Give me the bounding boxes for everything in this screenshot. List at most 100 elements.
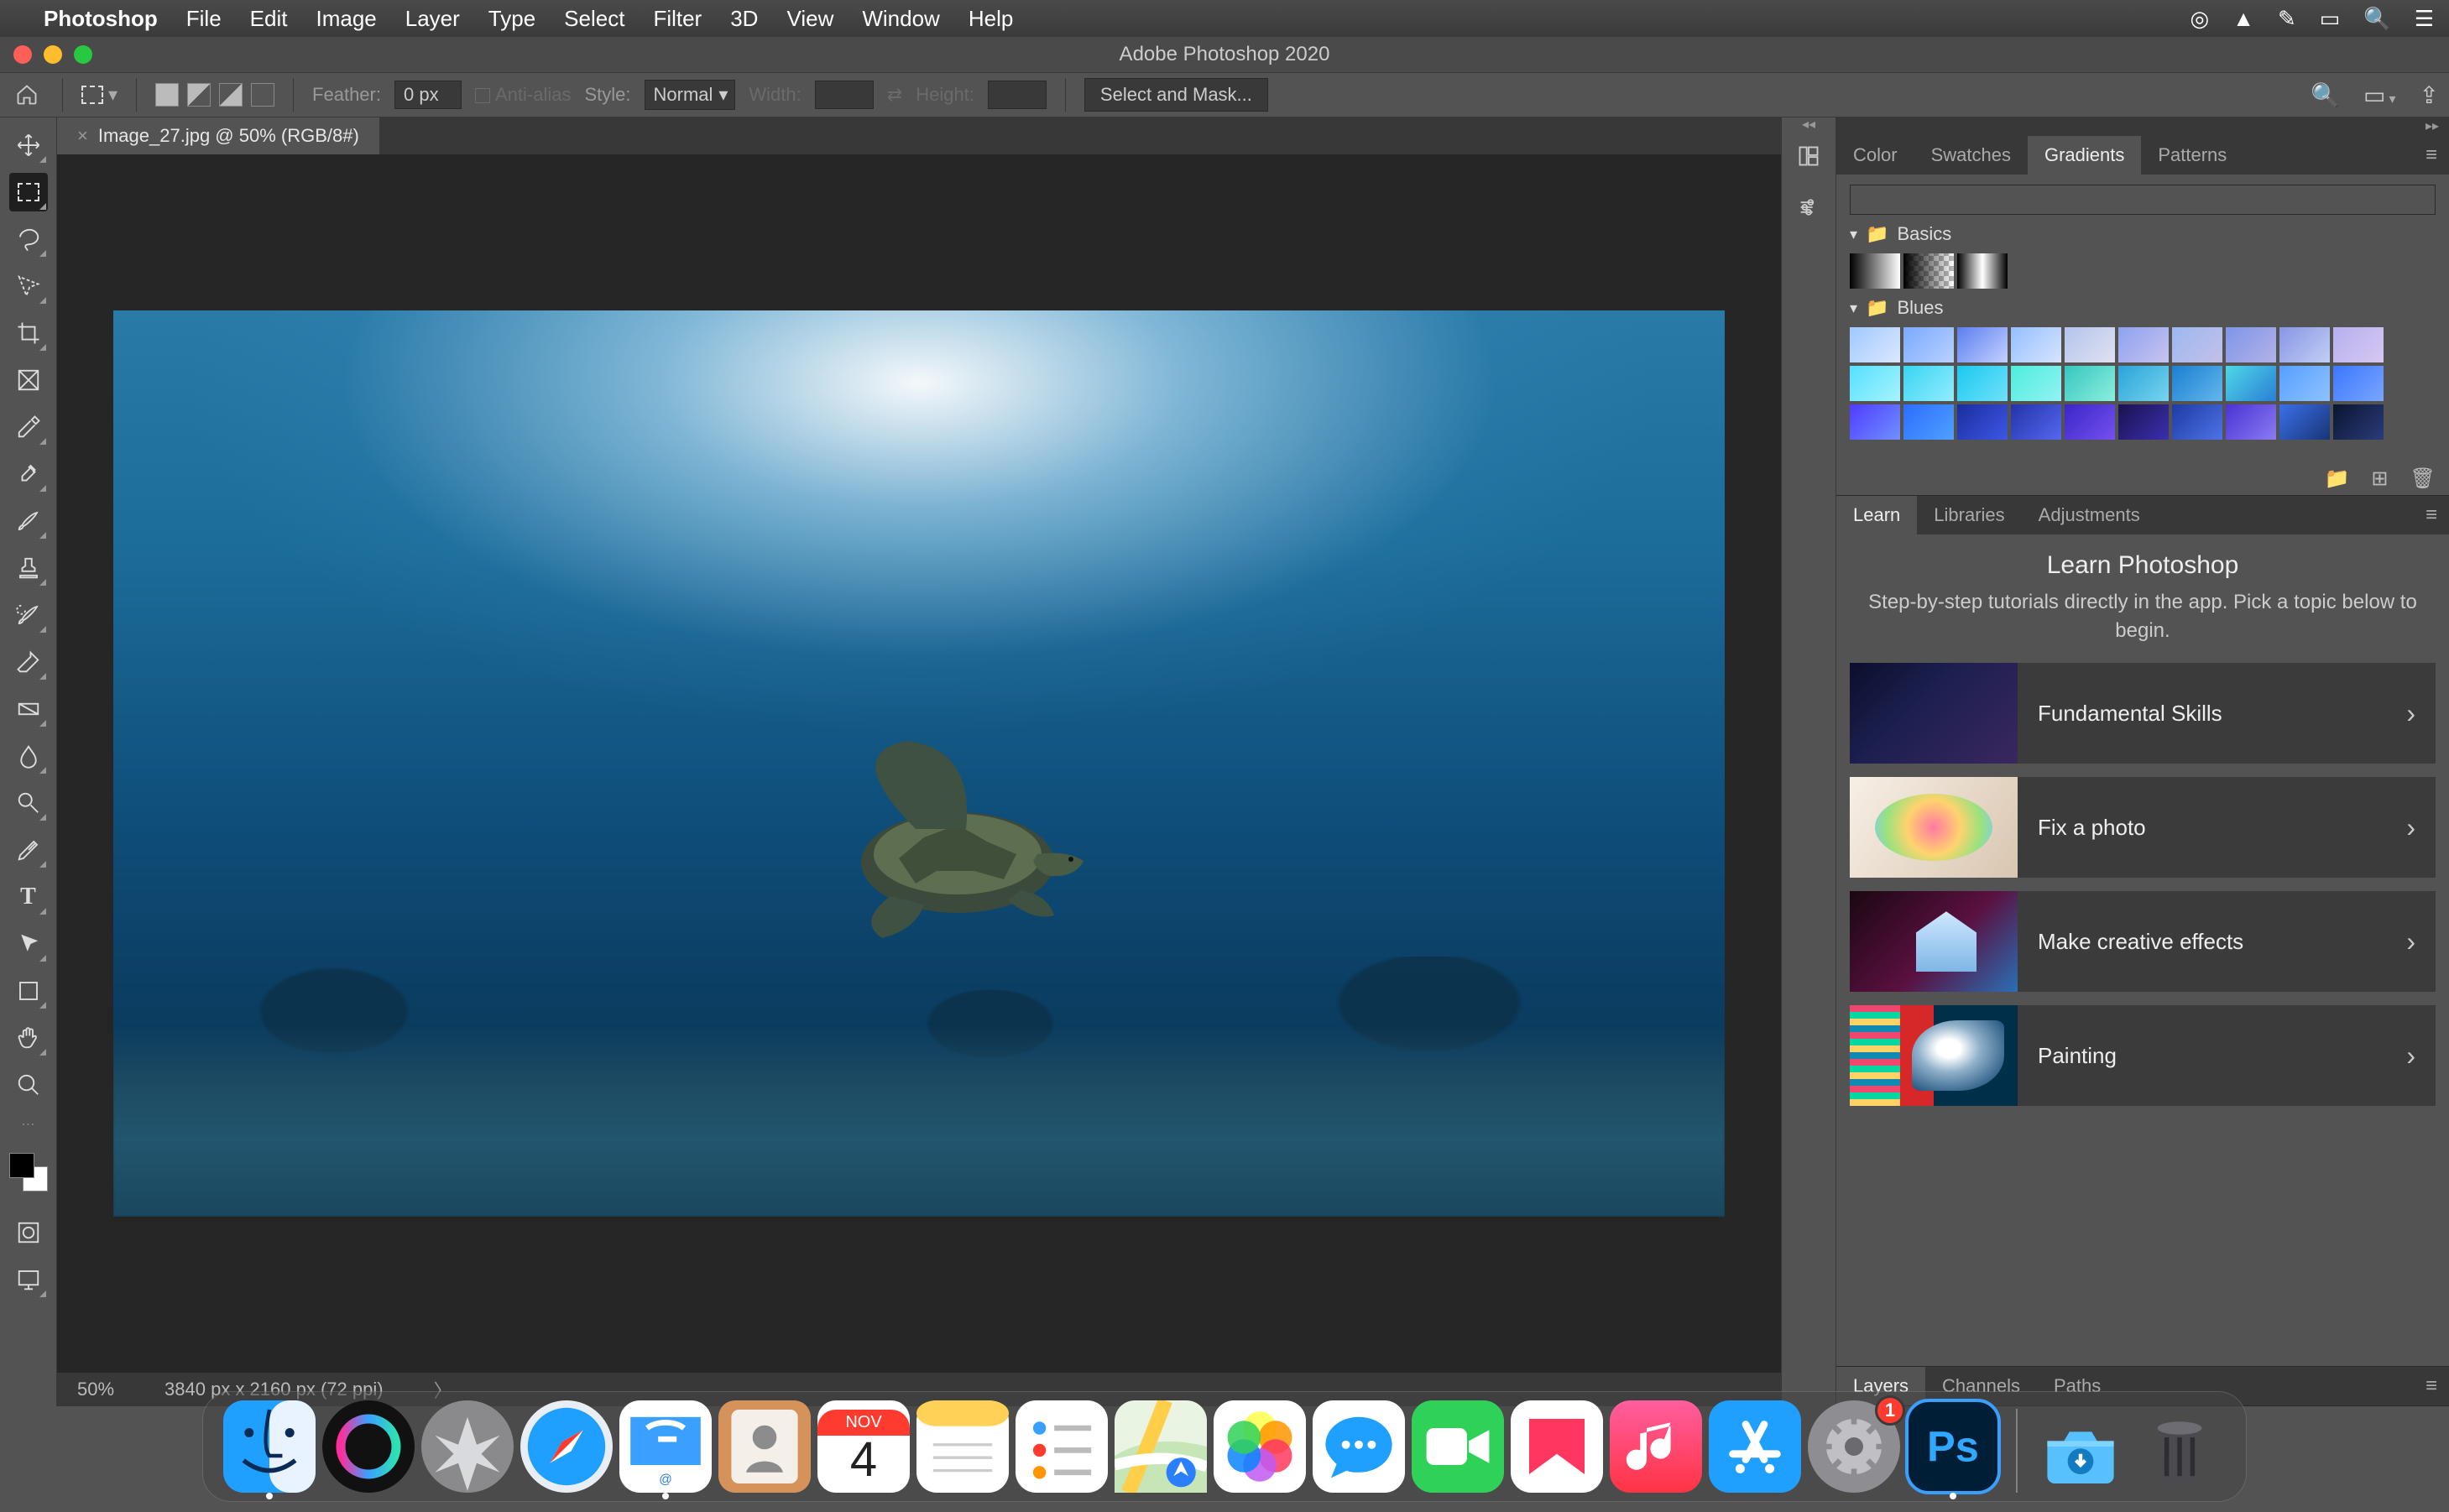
dock-settings[interactable]: 1 bbox=[1808, 1400, 1900, 1493]
gradient-swatch[interactable] bbox=[1850, 327, 1900, 362]
gradient-swatch[interactable] bbox=[2118, 404, 2169, 440]
tab-libraries[interactable]: Libraries bbox=[1917, 496, 2021, 534]
gradient-swatch[interactable] bbox=[2011, 366, 2061, 401]
panel-menu-icon[interactable]: ≡ bbox=[2414, 136, 2449, 175]
tab-color[interactable]: Color bbox=[1836, 136, 1914, 175]
select-and-mask-button[interactable]: Select and Mask... bbox=[1084, 78, 1268, 112]
menu-help[interactable]: Help bbox=[969, 6, 1013, 32]
dock-appstore[interactable] bbox=[1709, 1400, 1801, 1493]
lasso-tool[interactable] bbox=[9, 220, 48, 258]
healing-tool[interactable] bbox=[9, 455, 48, 493]
dock-photos[interactable] bbox=[1214, 1400, 1306, 1493]
screen-mode-button[interactable] bbox=[9, 1260, 48, 1299]
zoom-tool[interactable] bbox=[9, 1066, 48, 1104]
menu-type[interactable]: Type bbox=[488, 6, 535, 32]
shape-tool[interactable] bbox=[9, 972, 48, 1010]
menu-3d[interactable]: 3D bbox=[730, 6, 758, 32]
gradient-swatch[interactable] bbox=[1957, 366, 2008, 401]
gradient-folder-basics[interactable]: ▾ 📁 Basics bbox=[1850, 223, 2436, 245]
move-tool[interactable] bbox=[9, 126, 48, 164]
gradient-swatch[interactable] bbox=[2279, 404, 2330, 440]
style-select[interactable]: Normal bbox=[645, 80, 736, 110]
gradient-swatch[interactable] bbox=[2333, 327, 2384, 362]
expand-panels-icon[interactable]: ◂◂ bbox=[1782, 116, 1835, 133]
gradient-swatch[interactable] bbox=[2011, 327, 2061, 362]
gradient-swatch[interactable] bbox=[2279, 327, 2330, 362]
share-icon[interactable]: ⇪ bbox=[2420, 81, 2439, 109]
selection-subtract-button[interactable] bbox=[219, 83, 243, 107]
minimize-window-button[interactable] bbox=[44, 45, 62, 64]
tab-learn[interactable]: Learn bbox=[1836, 496, 1917, 534]
chat-status-icon[interactable]: ▲ bbox=[2232, 6, 2254, 32]
selection-new-button[interactable] bbox=[155, 83, 179, 107]
blur-tool[interactable] bbox=[9, 737, 48, 775]
gradient-swatch[interactable] bbox=[2333, 404, 2384, 440]
menu-image[interactable]: Image bbox=[316, 6, 376, 32]
pen-tool[interactable] bbox=[9, 831, 48, 869]
new-gradient-icon[interactable]: ⊞ bbox=[2371, 467, 2388, 491]
input-menu-icon[interactable]: ✎ bbox=[2278, 6, 2296, 32]
gradient-swatch[interactable] bbox=[2065, 327, 2115, 362]
feather-input[interactable] bbox=[394, 81, 462, 109]
dock-messages[interactable] bbox=[1313, 1400, 1405, 1493]
canvas[interactable] bbox=[57, 154, 1781, 1373]
frame-tool[interactable] bbox=[9, 361, 48, 399]
dock-maps[interactable] bbox=[1115, 1400, 1207, 1493]
gradient-search-input[interactable] bbox=[1850, 185, 2436, 215]
dock-photoshop[interactable]: Ps bbox=[1907, 1400, 1999, 1493]
menu-edit[interactable]: Edit bbox=[250, 6, 288, 32]
color-wells[interactable] bbox=[9, 1153, 48, 1191]
gradient-swatch[interactable] bbox=[1903, 366, 1954, 401]
history-panel-icon[interactable] bbox=[1797, 144, 1820, 174]
menu-file[interactable]: File bbox=[186, 6, 222, 32]
tab-swatches[interactable]: Swatches bbox=[1914, 136, 2028, 175]
document-tab[interactable]: × Image_27.jpg @ 50% (RGB/8#) bbox=[57, 117, 379, 154]
gradient-swatch[interactable] bbox=[1850, 404, 1900, 440]
learn-card-painting[interactable]: Painting › bbox=[1850, 1005, 2436, 1106]
dock-reminders[interactable] bbox=[1016, 1400, 1108, 1493]
delete-icon[interactable]: 🗑 bbox=[2410, 467, 2436, 491]
cc-status-icon[interactable]: ◎ bbox=[2191, 6, 2210, 32]
new-group-icon[interactable]: 📁 bbox=[2325, 467, 2350, 491]
eraser-tool[interactable] bbox=[9, 643, 48, 681]
hand-tool[interactable] bbox=[9, 1019, 48, 1057]
tab-gradients[interactable]: Gradients bbox=[2028, 136, 2141, 175]
dock-safari[interactable] bbox=[520, 1400, 613, 1493]
close-window-button[interactable] bbox=[13, 45, 32, 64]
menu-select[interactable]: Select bbox=[564, 6, 624, 32]
gradient-swatch[interactable] bbox=[1957, 404, 2008, 440]
gradient-swatch[interactable] bbox=[2065, 404, 2115, 440]
crop-tool[interactable] bbox=[9, 314, 48, 352]
gradient-swatch[interactable] bbox=[1850, 366, 1900, 401]
gradient-swatch[interactable] bbox=[1850, 253, 1900, 289]
dock-downloads[interactable] bbox=[2034, 1400, 2127, 1493]
gradient-swatch[interactable] bbox=[1903, 327, 1954, 362]
menu-layer[interactable]: Layer bbox=[405, 6, 460, 32]
menu-filter[interactable]: Filter bbox=[653, 6, 702, 32]
displays-icon[interactable]: ▭ bbox=[2320, 6, 2341, 32]
dock-music[interactable] bbox=[1610, 1400, 1702, 1493]
foreground-color-well[interactable] bbox=[9, 1153, 34, 1178]
gradient-swatch[interactable] bbox=[1957, 327, 2008, 362]
dock-siri[interactable] bbox=[322, 1400, 415, 1493]
dock-facetime[interactable] bbox=[1412, 1400, 1504, 1493]
learn-card-fundamentals[interactable]: Fundamental Skills › bbox=[1850, 663, 2436, 764]
tab-patterns[interactable]: Patterns bbox=[2141, 136, 2243, 175]
dock-notes[interactable] bbox=[916, 1400, 1009, 1493]
dock-finder[interactable] bbox=[223, 1400, 316, 1493]
gradient-swatch[interactable] bbox=[2226, 366, 2276, 401]
toolbar-more-icon[interactable]: ⋯ bbox=[22, 1116, 35, 1133]
gradient-swatch[interactable] bbox=[2118, 327, 2169, 362]
gradient-tool[interactable] bbox=[9, 690, 48, 728]
dock-mail[interactable]: @ bbox=[619, 1400, 712, 1493]
learn-card-fix-photo[interactable]: Fix a photo › bbox=[1850, 777, 2436, 878]
history-brush-tool[interactable] bbox=[9, 596, 48, 634]
dock-contacts[interactable] bbox=[718, 1400, 811, 1493]
eyedropper-tool[interactable] bbox=[9, 408, 48, 446]
gradient-swatch[interactable] bbox=[2172, 404, 2222, 440]
gradient-swatch[interactable] bbox=[2172, 327, 2222, 362]
control-center-icon[interactable]: ☰ bbox=[2415, 6, 2434, 32]
menu-window[interactable]: Window bbox=[862, 6, 939, 32]
brush-tool[interactable] bbox=[9, 502, 48, 540]
home-button[interactable] bbox=[10, 78, 44, 112]
